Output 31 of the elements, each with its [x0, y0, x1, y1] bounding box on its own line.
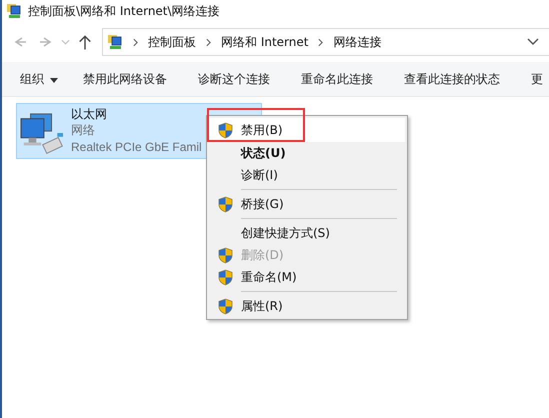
connection-device: Realtek PCIe GbE Famil	[71, 139, 202, 156]
menu-item[interactable]: 禁用(B)	[209, 118, 405, 142]
breadcrumb-item[interactable]: 网络和 Internet	[221, 34, 308, 50]
shield-icon	[218, 246, 232, 264]
chevron-icon	[206, 38, 211, 46]
toolbar-button[interactable]: 更	[529, 70, 549, 88]
address-bar[interactable]: 控制面板 网络和 Internet 网络连接	[102, 28, 549, 56]
menu-item[interactable]: 属性(R)	[209, 295, 405, 317]
toolbar-button[interactable]: 禁用此网络设备	[81, 70, 182, 88]
network-folder-icon	[107, 34, 123, 50]
shield-icon	[218, 196, 232, 212]
toolbar-button[interactable]: 查看此连接的状态	[402, 70, 515, 88]
menu-item[interactable]: 诊断(I)	[209, 164, 405, 186]
toolbar-button[interactable]: 重命名此连接	[299, 70, 388, 88]
connection-network: 网络	[71, 122, 96, 139]
toolbar-button[interactable]: 组织	[18, 70, 73, 88]
breadcrumb-item[interactable]: 网络连接	[333, 34, 382, 50]
shield-icon	[218, 268, 232, 286]
shield-icon	[218, 122, 232, 138]
network-adapter-icon	[19, 112, 65, 154]
shield-icon	[218, 298, 232, 314]
chevron-icon	[133, 38, 138, 46]
menu-item[interactable]: 创建快捷方式(S)	[209, 222, 405, 244]
connection-name: 以太网	[71, 106, 108, 122]
toolbar-button[interactable]: 诊断这个连接	[196, 70, 285, 88]
breadcrumb-item[interactable]: 控制面板	[148, 34, 196, 50]
menu-item[interactable]: 桥接(G)	[209, 193, 405, 215]
window-title: 控制面板\网络和 Internet\网络连接	[28, 2, 220, 20]
chevron-icon	[318, 38, 324, 46]
menu-item[interactable]: 重命名(M)	[209, 266, 405, 288]
network-folder-icon	[6, 3, 22, 19]
